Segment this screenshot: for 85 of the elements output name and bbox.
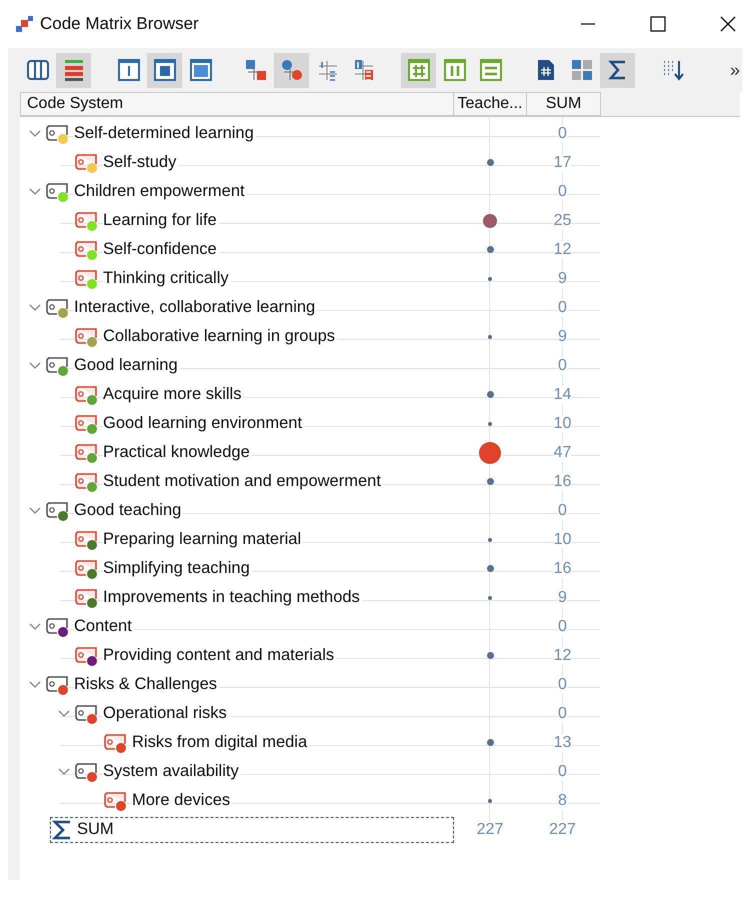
code-label: Good learning environment — [103, 414, 304, 433]
frequency-dot — [486, 739, 494, 746]
toolbar-button[interactable] — [147, 52, 182, 88]
circles-icon — [280, 58, 304, 82]
column-header[interactable]: Code System — [20, 92, 454, 116]
code-label: Risks from digital media — [132, 733, 310, 752]
sum-value: 14 — [554, 386, 572, 404]
frame-icon — [152, 58, 176, 82]
sum-value: 16 — [554, 472, 572, 490]
frame-icon — [116, 58, 140, 82]
frequency-dot — [488, 596, 492, 600]
frequency-dot — [488, 334, 492, 338]
code-label: Student motivation and empowerment — [103, 472, 383, 491]
code-label: System availability — [103, 762, 241, 781]
sigma-icon — [51, 818, 73, 840]
frequency-dot — [486, 391, 494, 398]
columns-icon — [26, 58, 50, 82]
sum-value: 8 — [558, 792, 567, 810]
sum-row-label-cell[interactable]: SUM — [50, 816, 454, 842]
toolbar-button[interactable] — [600, 52, 635, 88]
frequency-dot — [486, 478, 494, 485]
columns-icon — [442, 58, 466, 82]
frequency-dot — [488, 538, 492, 542]
frequency-dot — [479, 442, 501, 464]
sum-value: 0 — [558, 704, 567, 722]
code-label: Practical knowledge — [103, 443, 252, 462]
code-label: Thinking critically — [103, 269, 231, 288]
column-header[interactable]: Teache... — [454, 92, 527, 116]
code-label: Self-determined learning — [74, 124, 256, 143]
code-label: Improvements in teaching methods — [103, 588, 362, 607]
sum-value: 0 — [558, 298, 567, 316]
code-label: Interactive, collaborative learning — [74, 298, 318, 317]
hash-icon — [406, 58, 430, 82]
code-label: Children empowerment — [74, 182, 247, 201]
sum-value: 9 — [558, 588, 567, 606]
frequency-dot — [486, 565, 494, 572]
sum-value: 0 — [558, 676, 567, 694]
sum-value: 0 — [558, 356, 567, 374]
code-label: Self-study — [103, 153, 178, 172]
code-label: Simplifying teaching — [103, 559, 252, 578]
frequency-dot — [488, 798, 492, 802]
close-icon[interactable] — [720, 16, 736, 32]
frequency-dot — [488, 276, 492, 280]
sum-value: 17 — [554, 154, 572, 172]
sum-value: 0 — [558, 762, 567, 780]
code-label: Good learning — [74, 356, 180, 375]
code-label: Good teaching — [74, 501, 184, 520]
sum-value: 0 — [558, 124, 567, 142]
lines-icon — [478, 58, 502, 82]
column-header[interactable]: SUM — [527, 92, 601, 116]
sum-value: 0 — [558, 182, 567, 200]
sum-value: 10 — [554, 530, 572, 548]
sum-value: 9 — [558, 270, 567, 288]
frequency-dot — [486, 246, 494, 253]
sum-value: 47 — [554, 444, 572, 462]
sum-value: 12 — [554, 240, 572, 258]
squares-icon — [244, 58, 268, 82]
squares-icon — [570, 58, 594, 82]
sum-value: 10 — [554, 414, 572, 432]
sum-value: 12 — [554, 646, 572, 664]
frame-icon — [188, 58, 212, 82]
sum-value: 9 — [558, 328, 567, 346]
total-value: 227 — [549, 820, 576, 838]
code-label: Providing content and materials — [103, 646, 336, 665]
frequency-dot — [486, 159, 494, 166]
overflow-chevron[interactable]: » — [730, 60, 740, 80]
sum-value: 16 — [554, 560, 572, 578]
toolbar-button[interactable] — [56, 52, 91, 88]
code-label: Learning for life — [103, 211, 219, 230]
app-icon — [14, 14, 34, 34]
total-value: 227 — [476, 820, 504, 838]
sum-value: 0 — [558, 502, 567, 520]
code-label: Operational risks — [103, 704, 229, 723]
frequency-dot — [488, 422, 492, 426]
maximize-icon[interactable] — [650, 16, 666, 32]
frequency-dot — [486, 652, 494, 659]
code-label: Acquire more skills — [103, 385, 244, 404]
code-label: Collaborative learning in groups — [103, 327, 338, 346]
frequency-dot — [483, 214, 497, 228]
window-title: Code Matrix Browser — [40, 14, 199, 34]
sum-value: 25 — [554, 212, 572, 230]
code-label: Risks & Challenges — [74, 675, 220, 694]
sum-value: 13 — [554, 734, 572, 752]
code-label: Preparing learning material — [103, 530, 304, 549]
sum-value: 0 — [558, 618, 567, 636]
